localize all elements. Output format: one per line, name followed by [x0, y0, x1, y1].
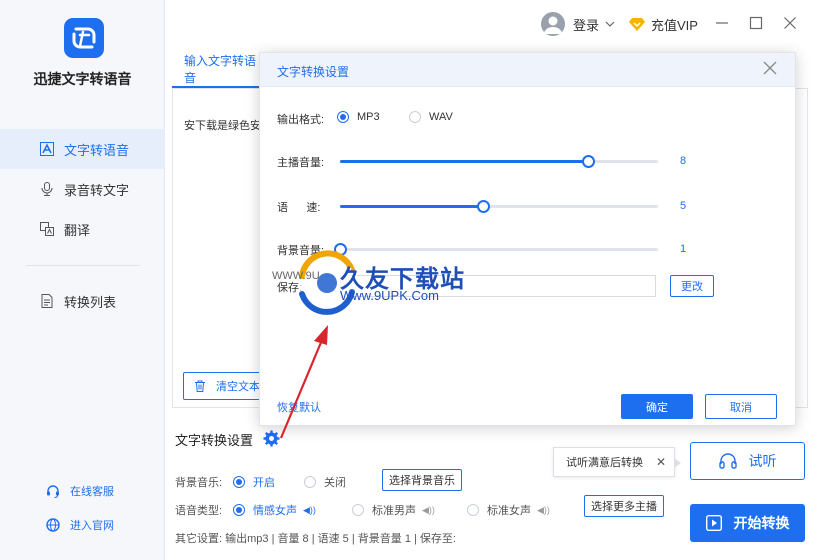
bg-music-label: 背景音乐:: [175, 477, 223, 489]
settings-title: 文字转换设置: [175, 433, 254, 448]
microphone-icon: [40, 182, 54, 196]
ok-button[interactable]: 确定: [621, 394, 693, 419]
dialog-title: 文字转换设置: [277, 65, 350, 79]
output-format-label: 输出格式:: [277, 114, 325, 126]
text-to-speech-icon: [40, 142, 54, 156]
chevron-down-icon: [605, 21, 615, 27]
tip-text: 试听满意后转换: [566, 457, 643, 469]
voice-emotional-female-radio[interactable]: 情感女声 ◀)): [233, 502, 316, 518]
sidebar-item-label: 文字转语音: [64, 142, 130, 158]
sidebar-item-label: 翻译: [64, 222, 91, 238]
speaker-icon: ◀)): [303, 504, 316, 515]
sidebar-item-conversion-list[interactable]: 转换列表: [0, 281, 165, 321]
sidebar-item-speech-to-text[interactable]: 录音转文字: [0, 169, 165, 209]
dialog-close-button[interactable]: [763, 61, 779, 77]
speaker-icon: ◀)): [422, 504, 435, 515]
listen-button[interactable]: 试听: [690, 442, 805, 480]
sidebar-item-text-to-speech[interactable]: 文字转语音: [0, 129, 165, 169]
app-name: 迅捷文字转语音: [33, 71, 132, 87]
format-wav-radio[interactable]: WAV: [409, 111, 453, 123]
speed-label: 语 速:: [277, 202, 321, 214]
watermark-url: Www.9UPK.Com: [340, 288, 439, 303]
restore-default-link[interactable]: 恢复默认: [277, 399, 321, 415]
gear-icon: [263, 430, 280, 447]
online-service-link[interactable]: 在线客服: [46, 483, 114, 499]
listen-label: 试听: [748, 453, 777, 469]
sidebar-item-translate[interactable]: 翻译: [0, 209, 165, 249]
vip-diamond-icon: [629, 18, 645, 31]
speed-slider-handle[interactable]: [477, 200, 491, 213]
speed-slider[interactable]: [340, 200, 658, 213]
settings-gear-button[interactable]: [263, 430, 280, 447]
other-settings-summary: 其它设置: 输出mp3 | 音量 8 | 语速 5 | 背景音量 1 | 保存至…: [175, 533, 456, 545]
voice-standard-male-radio[interactable]: 标准男声 ◀)): [352, 502, 435, 518]
conversion-settings-dialog: 文字转换设置 输出格式: MP3 WAV 主播音量: 8 语 速: 5 背景音量…: [259, 52, 796, 426]
list-icon: [40, 294, 54, 308]
bg-music-on-radio[interactable]: 开启: [233, 474, 275, 490]
cancel-button[interactable]: 取消: [705, 394, 777, 419]
avatar: [541, 12, 565, 36]
sidebar-item-label: 转换列表: [64, 294, 117, 310]
start-conversion-label: 开始转换: [733, 515, 790, 531]
sidebar: 迅捷文字转语音 文字转语音 录音转文字 翻译 转换列表 在线客服 进入官网: [0, 0, 165, 560]
select-more-voices-button[interactable]: 选择更多主播: [584, 495, 664, 517]
close-window-button[interactable]: [780, 13, 800, 33]
globe-icon: [46, 518, 60, 532]
vip-recharge-button[interactable]: 充值VIP: [628, 12, 698, 36]
maximize-button[interactable]: [746, 13, 766, 33]
change-path-button[interactable]: 更改: [670, 275, 714, 297]
minimize-button[interactable]: [712, 13, 732, 33]
tab-text-input[interactable]: 输入文字转语音: [172, 52, 264, 88]
app-logo-icon: [64, 18, 104, 58]
headset-icon: [47, 485, 59, 498]
voice-type-label: 语音类型:: [175, 505, 223, 517]
listen-tip: 试听满意后转换 ✕: [553, 447, 681, 477]
close-icon: [784, 17, 796, 29]
bg-volume-slider[interactable]: [334, 243, 658, 256]
clear-text-label: 清空文本: [216, 381, 260, 393]
bg-volume-value: 1: [680, 243, 687, 255]
volume-slider[interactable]: [340, 155, 658, 168]
format-mp3-radio[interactable]: MP3: [337, 111, 380, 123]
maximize-icon: [749, 16, 763, 30]
start-conversion-button[interactable]: 开始转换: [690, 504, 805, 542]
sidebar-item-label: 录音转文字: [64, 182, 130, 198]
minimize-icon: [716, 22, 728, 24]
volume-slider-handle[interactable]: [582, 155, 596, 168]
translate-icon: [40, 222, 54, 236]
bg-volume-label: 背景音量:: [277, 245, 325, 257]
play-icon: [705, 515, 722, 531]
speaker-icon: ◀)): [537, 504, 550, 515]
volume-value: 8: [680, 155, 687, 167]
official-site-link[interactable]: 进入官网: [46, 517, 114, 533]
close-icon: [763, 61, 777, 75]
select-bg-music-button[interactable]: 选择背景音乐: [382, 469, 462, 491]
text-preview: 安下载是绿色安: [184, 120, 261, 132]
sidebar-divider: [26, 265, 140, 266]
bg-volume-slider-handle[interactable]: [334, 243, 347, 256]
dialog-header: 文字转换设置: [260, 53, 795, 87]
watermark-prefix: WWW.9U: [272, 270, 320, 282]
login-label: 登录: [573, 17, 600, 33]
voice-standard-female-radio[interactable]: 标准女声 ◀)): [467, 502, 550, 518]
official-site-label: 进入官网: [70, 520, 114, 532]
speed-value: 5: [680, 200, 687, 212]
login-menu[interactable]: 登录: [541, 12, 615, 36]
headphones-icon: [718, 453, 737, 469]
volume-label: 主播音量:: [277, 157, 325, 169]
bg-music-off-radio[interactable]: 关闭: [304, 474, 346, 490]
vip-label: 充值VIP: [651, 17, 698, 33]
tip-close-icon[interactable]: ✕: [656, 455, 666, 469]
trash-icon: [195, 380, 205, 392]
online-service-label: 在线客服: [70, 486, 114, 498]
